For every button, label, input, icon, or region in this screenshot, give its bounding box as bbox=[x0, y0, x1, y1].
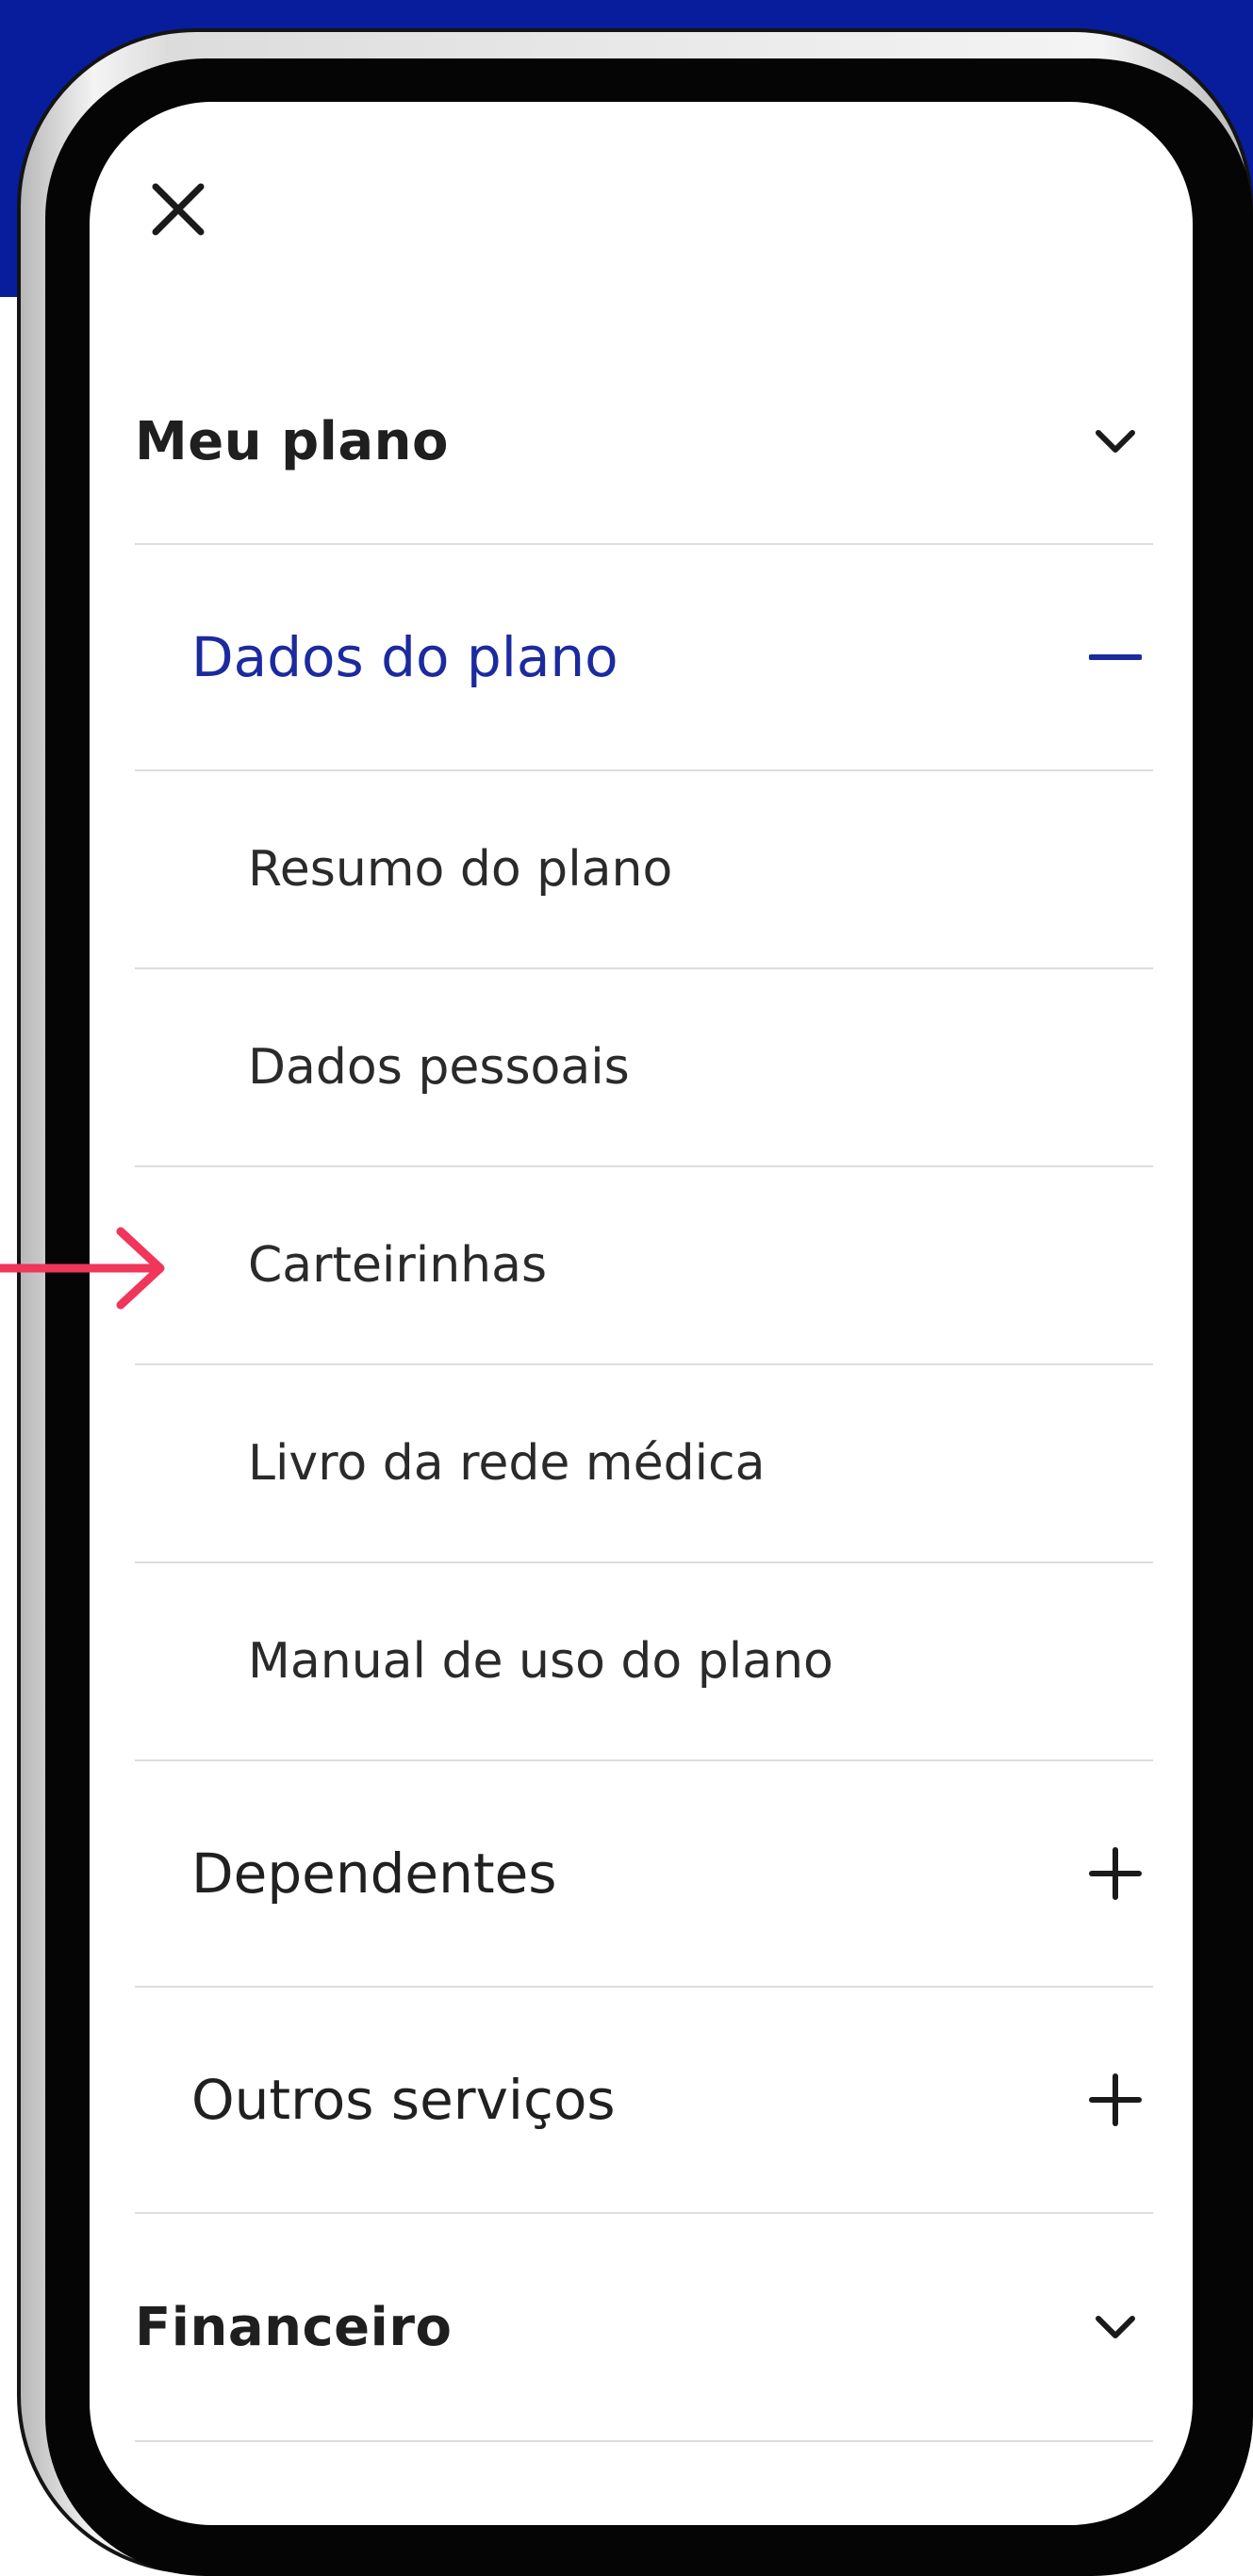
arrow-right-icon bbox=[0, 1227, 165, 1310]
submenu-item-resumo-do-plano[interactable]: Resumo do plano bbox=[135, 771, 1153, 967]
navigation-menu: Meu plano Dados do plano Resumo do plano… bbox=[90, 102, 1193, 2525]
submenu-item-manual-de-uso[interactable]: Manual de uso do plano bbox=[135, 1563, 1153, 1759]
submenu-item-livro-da-rede-medica[interactable]: Livro da rede médica bbox=[135, 1365, 1153, 1561]
submenu-item-label: Carteirinhas bbox=[248, 1237, 548, 1294]
submenu-item-label: Manual de uso do plano bbox=[248, 1633, 833, 1690]
submenu-item-label: Resumo do plano bbox=[248, 841, 673, 898]
minus-icon bbox=[1087, 629, 1144, 685]
chevron-down-icon bbox=[1087, 413, 1144, 470]
section-label: Financeiro bbox=[135, 2296, 453, 2358]
menu-group-dependentes[interactable]: Dependentes bbox=[135, 1761, 1153, 1986]
submenu-item-carteirinhas[interactable]: Carteirinhas bbox=[135, 1167, 1153, 1363]
menu-group-dados-do-plano[interactable]: Dados do plano bbox=[135, 545, 1153, 769]
group-label: Dados do plano bbox=[191, 625, 618, 689]
close-button[interactable] bbox=[146, 177, 212, 243]
plus-icon bbox=[1087, 2072, 1144, 2128]
submenu-item-label: Dados pessoais bbox=[248, 1039, 630, 1096]
section-label: Meu plano bbox=[135, 410, 449, 472]
divider bbox=[135, 2440, 1153, 2442]
menu-section-meu-plano[interactable]: Meu plano bbox=[135, 385, 1153, 498]
group-label: Outros serviços bbox=[191, 2068, 616, 2132]
pointer-arrow bbox=[0, 1226, 170, 1311]
plus-icon bbox=[1087, 1845, 1144, 1902]
chevron-down-icon bbox=[1087, 2299, 1144, 2355]
menu-section-financeiro[interactable]: Financeiro bbox=[135, 2214, 1153, 2440]
submenu-item-label: Livro da rede médica bbox=[248, 1435, 766, 1492]
group-label: Dependentes bbox=[191, 1841, 557, 1906]
menu-group-outros-servicos[interactable]: Outros serviços bbox=[135, 1988, 1153, 2212]
submenu-item-dados-pessoais[interactable]: Dados pessoais bbox=[135, 969, 1153, 1165]
close-icon bbox=[152, 183, 205, 236]
